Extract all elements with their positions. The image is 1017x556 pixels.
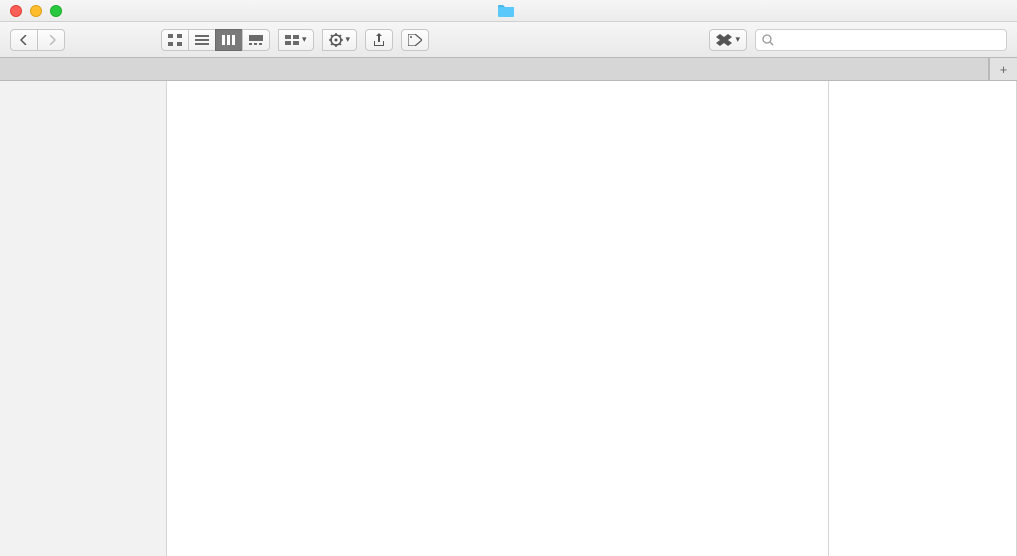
search-input[interactable]: [779, 32, 1000, 47]
tab-current[interactable]: [0, 58, 989, 80]
folder-icon: [498, 5, 514, 17]
nav-buttons: [10, 29, 65, 51]
forward-button[interactable]: [37, 29, 65, 51]
new-tab-button[interactable]: +: [989, 58, 1017, 80]
minimize-window-button[interactable]: [30, 5, 42, 17]
search-icon: [762, 34, 774, 46]
dropbox-toolbar-button[interactable]: ▾: [709, 29, 747, 51]
toolbar: ▾ ▾ ▾: [0, 22, 1017, 58]
titlebar: [0, 0, 1017, 22]
close-window-button[interactable]: [10, 5, 22, 17]
view-columns-button[interactable]: [215, 29, 243, 51]
share-button[interactable]: [365, 29, 393, 51]
tags-button[interactable]: [401, 29, 429, 51]
sidebar: [0, 81, 167, 556]
zoom-window-button[interactable]: [50, 5, 62, 17]
view-list-button[interactable]: [188, 29, 216, 51]
back-button[interactable]: [10, 29, 38, 51]
tab-bar: +: [0, 58, 1017, 81]
column-1: [167, 81, 829, 556]
view-icons-button[interactable]: [161, 29, 189, 51]
column-2: [829, 81, 1017, 556]
view-gallery-button[interactable]: [242, 29, 270, 51]
view-mode-buttons: [161, 29, 270, 51]
column-view: [167, 81, 1017, 556]
search-box[interactable]: [755, 29, 1007, 51]
action-button[interactable]: ▾: [322, 29, 358, 51]
arrange-button[interactable]: ▾: [278, 29, 314, 51]
